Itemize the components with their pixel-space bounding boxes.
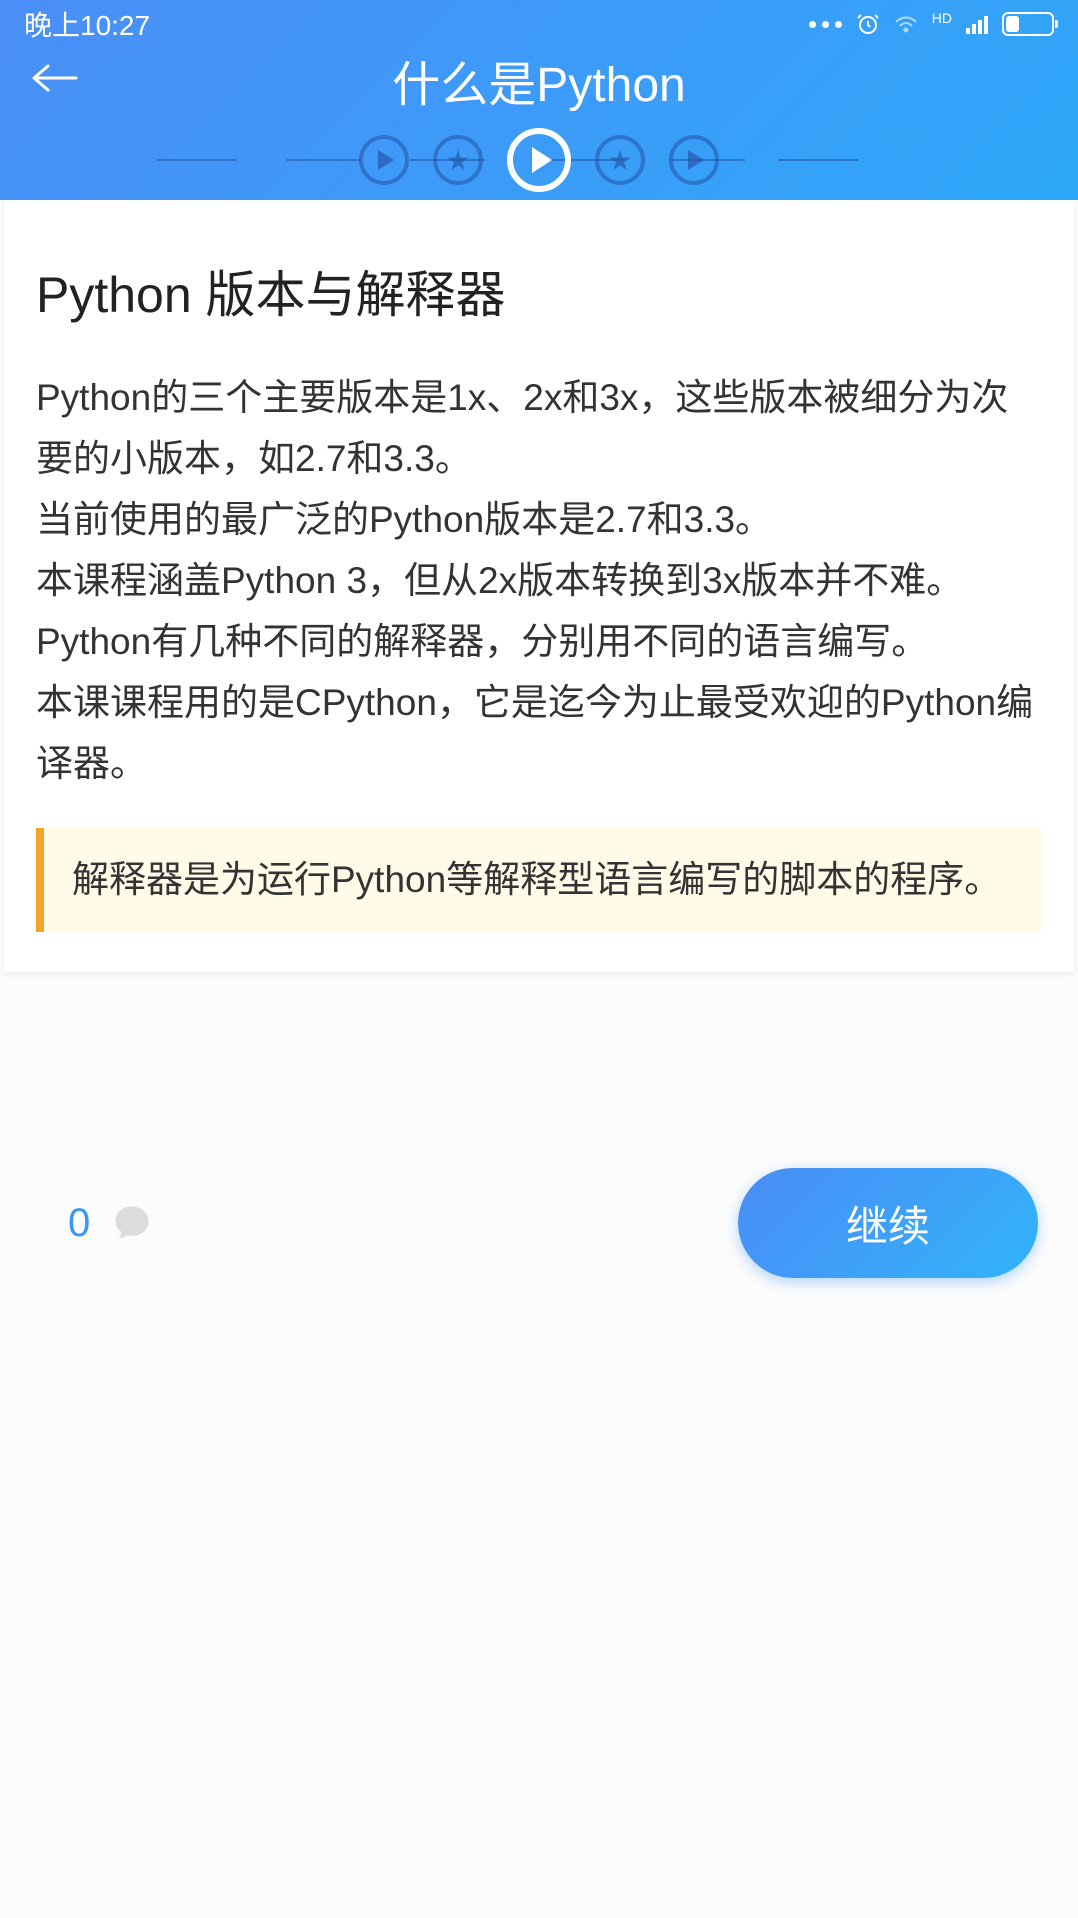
more-icon bbox=[809, 21, 842, 28]
content-heading: Python 版本与解释器 bbox=[36, 255, 1042, 327]
play-icon bbox=[532, 147, 552, 173]
back-button[interactable] bbox=[30, 60, 78, 101]
content-card: Python 版本与解释器 Python的三个主要版本是1x、2x和3x，这些版… bbox=[4, 200, 1074, 972]
progress-indicator: ★ ★ bbox=[0, 120, 1078, 200]
bottom-bar: 0 继续 bbox=[0, 1168, 1078, 1278]
play-icon bbox=[378, 150, 394, 170]
play-icon bbox=[688, 150, 704, 170]
progress-step-5[interactable] bbox=[669, 135, 719, 185]
content-body: Python的三个主要版本是1x、2x和3x，这些版本被细分为次要的小版本，如2… bbox=[36, 367, 1042, 794]
signal-icon bbox=[966, 14, 988, 34]
comment-area[interactable]: 0 bbox=[68, 1201, 152, 1246]
star-icon: ★ bbox=[445, 144, 470, 177]
progress-step-2[interactable]: ★ bbox=[433, 135, 483, 185]
alarm-icon bbox=[856, 12, 880, 36]
progress-step-3-current[interactable] bbox=[507, 128, 571, 192]
progress-step-1[interactable] bbox=[359, 135, 409, 185]
comment-count: 0 bbox=[68, 1201, 90, 1246]
progress-step-4[interactable]: ★ bbox=[595, 135, 645, 185]
info-callout: 解释器是为运行Python等解释型语言编写的脚本的程序。 bbox=[36, 828, 1042, 931]
battery-icon bbox=[1002, 12, 1054, 36]
page-title: 什么是Python bbox=[30, 45, 1048, 115]
app-header: 晚上10:27 HD 什么是Python ★ ★ bbox=[0, 0, 1078, 200]
status-bar: 晚上10:27 HD bbox=[0, 0, 1078, 40]
hd-label: HD bbox=[932, 10, 952, 26]
continue-button[interactable]: 继续 bbox=[738, 1168, 1038, 1278]
status-icons: HD bbox=[809, 12, 1054, 36]
star-icon: ★ bbox=[607, 144, 632, 177]
wifi-icon bbox=[894, 14, 918, 34]
status-time: 晚上10:27 bbox=[24, 4, 150, 44]
comment-icon bbox=[112, 1203, 152, 1243]
title-bar: 什么是Python bbox=[0, 40, 1078, 120]
